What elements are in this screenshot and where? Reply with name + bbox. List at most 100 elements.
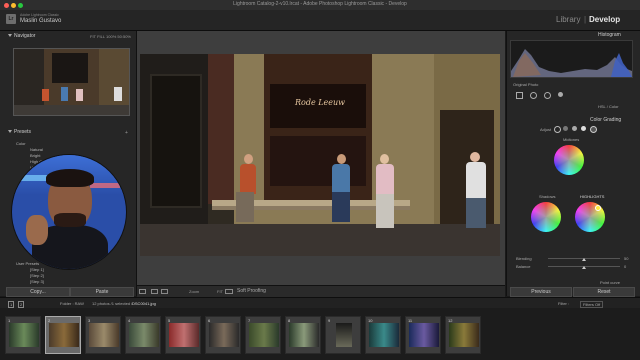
balance-value[interactable]: 0 [624, 264, 626, 269]
film-thumb[interactable]: 4 [125, 316, 161, 354]
film-thumb[interactable]: 6 [205, 316, 241, 354]
triangle-icon [8, 34, 12, 38]
soft-proofing-label: Soft Proofing [237, 288, 266, 294]
balance-slider-knob[interactable] [582, 266, 586, 269]
page-1[interactable]: 1 [8, 301, 15, 308]
crop-tool-icon[interactable] [516, 92, 523, 99]
histogram-graph [511, 49, 632, 77]
filename[interactable]: DSC0041.jpg [132, 301, 156, 306]
identity-plate-name: Maslin Gustavo [20, 18, 62, 24]
film-thumb[interactable]: 7 [245, 316, 281, 354]
zoom-100[interactable]: 100% [106, 34, 116, 39]
preset-step-3[interactable]: [Step 3] [30, 279, 44, 284]
preset-step-2[interactable]: [Step 2] [30, 273, 44, 278]
page-2[interactable]: 2 [18, 301, 25, 308]
blending-slider-knob[interactable] [582, 258, 586, 261]
preset-natural[interactable]: Natural [30, 147, 43, 152]
module-header [0, 10, 640, 31]
folder-label[interactable]: Folder : RAW [60, 301, 84, 306]
reset-button[interactable]: Reset [573, 287, 635, 297]
histogram-header[interactable]: Histogram [598, 31, 621, 39]
thumb-number: 9 [328, 318, 331, 323]
histogram-title: Histogram [598, 32, 621, 38]
presets-header[interactable]: Presets [8, 128, 31, 136]
module-library[interactable]: Library [556, 15, 580, 24]
color-grading-title: Color Grading [590, 117, 622, 123]
identity-plate-subtitle: Adobe Lightroom Classic [20, 13, 59, 17]
midtones-color-wheel[interactable] [554, 145, 584, 175]
navigator-title: Navigator [14, 33, 36, 39]
zoom-value[interactable]: FIT [217, 289, 223, 294]
film-thumb[interactable]: 1 [5, 316, 41, 354]
masking-icon[interactable] [558, 92, 563, 97]
film-thumb[interactable]: 12 [445, 316, 481, 354]
highlights-view-icon[interactable] [581, 126, 586, 131]
shadows-view-icon[interactable] [563, 126, 568, 131]
before-after-split-icon[interactable] [161, 289, 168, 294]
film-thumb[interactable]: 9 [325, 316, 361, 354]
shadows-label: Shadows [539, 194, 556, 199]
histogram [510, 40, 633, 78]
module-develop[interactable]: Develop [589, 15, 620, 24]
zoom-fit[interactable]: FIT [90, 34, 96, 39]
person-blue-shirt [332, 164, 350, 192]
midtones-view-icon[interactable] [572, 126, 577, 131]
minimize-light-icon[interactable] [11, 3, 16, 8]
photo-count: 12 photos /1 selected / [92, 301, 133, 306]
balance-label: Balance [516, 264, 531, 269]
spot-removal-icon[interactable] [530, 92, 537, 99]
filter-label: Filter : [558, 301, 570, 306]
main-photo[interactable]: Rode Leeuw [140, 54, 500, 256]
blending-value[interactable]: 50 [624, 256, 628, 261]
zoom-fill[interactable]: FILL [97, 34, 105, 39]
toolbar: Zoom FIT Soft Proofing [137, 285, 505, 297]
three-way-view-icon[interactable] [554, 126, 561, 133]
film-thumb-selected[interactable]: 2 [45, 316, 81, 354]
person-orange-jacket [240, 164, 256, 194]
red-eye-icon[interactable] [544, 92, 551, 99]
zoom-50[interactable]: 50:50% [117, 34, 131, 39]
loupe-view-icon[interactable] [139, 289, 146, 294]
webcam-overlay [12, 155, 126, 269]
shadows-color-wheel[interactable] [531, 202, 561, 232]
point-curve-label[interactable]: Point curve [600, 280, 620, 285]
tool-strip [510, 90, 631, 100]
navigator-header[interactable]: Navigator [8, 32, 35, 40]
lightroom-logo-icon: Lr [6, 14, 16, 24]
adjust-label: Adjust [540, 127, 552, 132]
before-after-icon[interactable] [151, 289, 158, 294]
zoom-label: Zoom [189, 289, 200, 294]
highlights-label: HIGHLIGHTS [580, 194, 605, 199]
paste-button[interactable]: Paste [70, 287, 134, 297]
color-grading-header[interactable]: Color Grading [590, 116, 621, 124]
filter-dropdown[interactable]: Filters Off [580, 301, 604, 308]
module-separator: | [584, 15, 587, 24]
preset-group-color[interactable]: Color [16, 141, 26, 146]
blending-label: Blending [516, 256, 532, 261]
maximize-light-icon[interactable] [18, 3, 23, 8]
copy-button[interactable]: Copy... [6, 287, 70, 297]
highlights-hue-handle[interactable] [595, 205, 601, 211]
film-thumb[interactable]: 5 [165, 316, 201, 354]
hsl-color-tab[interactable]: HSL / Color [598, 104, 619, 109]
filmstrip: 1 2 3 4 5 6 7 8 9 10 11 12 [0, 308, 640, 360]
film-thumb[interactable]: 8 [285, 316, 321, 354]
soft-proofing-checkbox[interactable] [225, 289, 233, 294]
shop-sign: Rode Leeuw [294, 98, 346, 107]
close-light-icon[interactable] [4, 3, 9, 8]
global-view-icon[interactable] [590, 126, 597, 133]
previous-button[interactable]: Previous [510, 287, 572, 297]
midtones-label: Midtones [563, 137, 580, 142]
person-pink-shirt [376, 164, 394, 194]
navigator-preview[interactable] [13, 48, 130, 116]
film-thumb[interactable]: 10 [365, 316, 401, 354]
add-preset-icon[interactable]: + [125, 130, 128, 136]
person-white-shirt [466, 162, 486, 198]
original-photo-label[interactable]: Original Photo [513, 82, 538, 87]
window-title: Lightroom Catalog-2-v10.lrcat - Adobe Ph… [233, 1, 407, 7]
triangle-icon [8, 130, 12, 134]
presets-title: Presets [14, 129, 31, 135]
film-thumb[interactable]: 11 [405, 316, 441, 354]
navigator-zoom-options[interactable]: FIT FILL 100% 50:50% [90, 34, 131, 39]
film-thumb[interactable]: 3 [85, 316, 121, 354]
